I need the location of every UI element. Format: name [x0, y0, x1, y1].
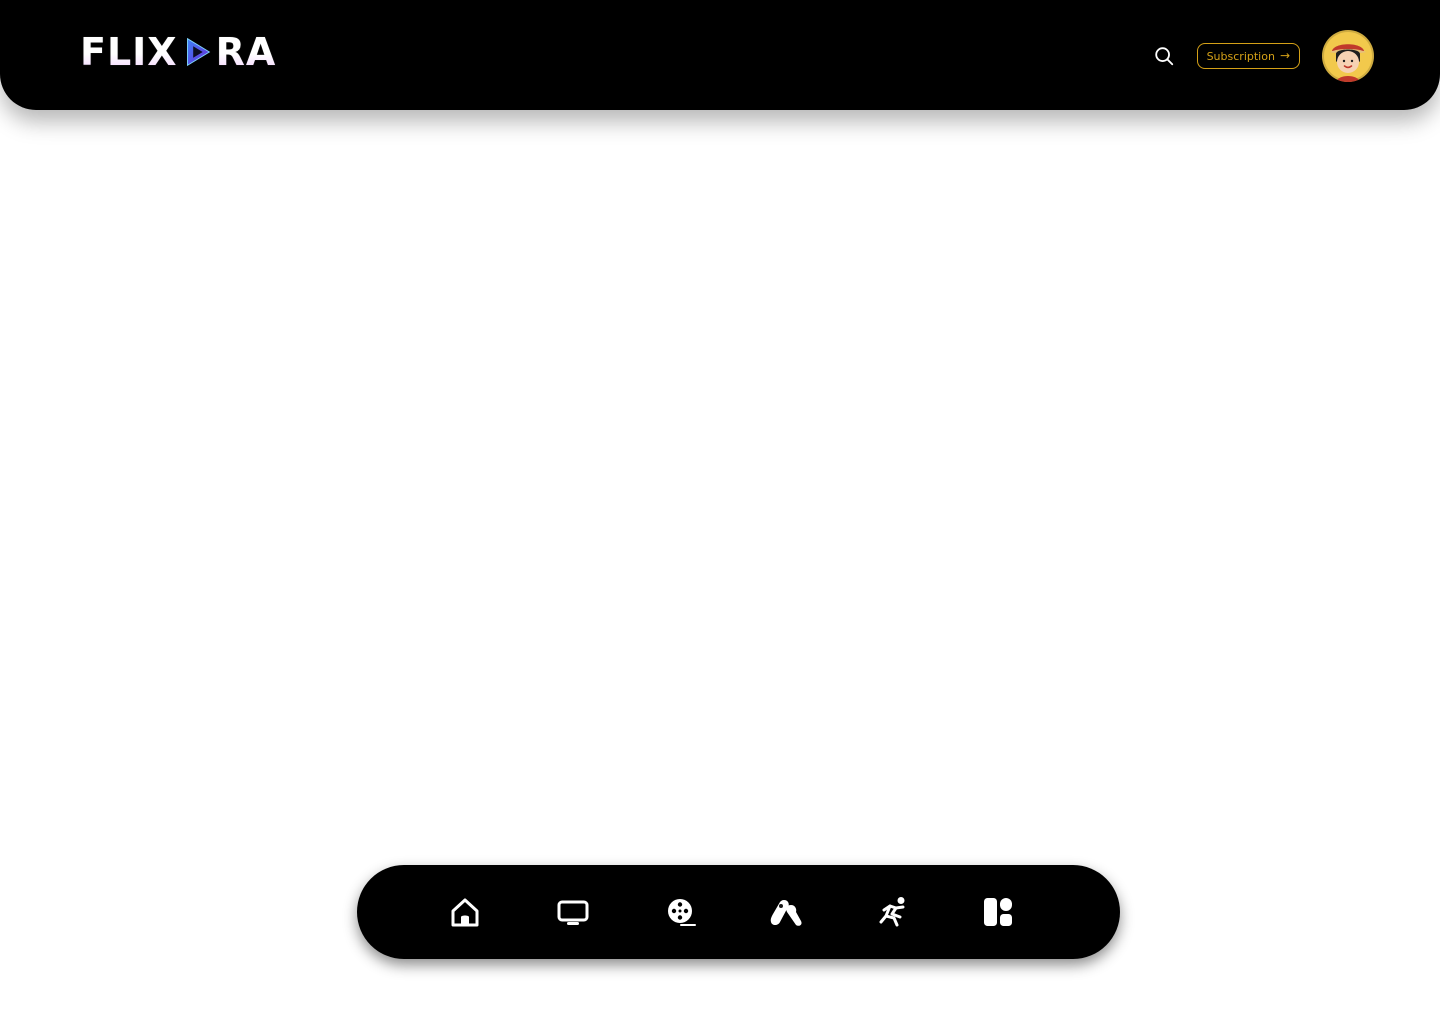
search-icon	[1154, 47, 1173, 66]
nav-movies-button[interactable]	[660, 892, 700, 932]
nav-home-button[interactable]	[445, 892, 485, 932]
logo-text-left: FLIX	[80, 30, 178, 74]
nav-anime-button[interactable]	[766, 892, 806, 932]
logo-text-right: RA	[215, 30, 277, 74]
top-bar: FLIX RA Subscription →	[0, 0, 1440, 110]
avatar-icon	[1330, 44, 1366, 82]
brand-logo[interactable]: FLIX RA	[80, 32, 276, 72]
user-avatar[interactable]	[1322, 30, 1374, 82]
subscription-label: Subscription	[1206, 49, 1275, 63]
movie-reel-icon	[668, 899, 696, 926]
bottom-navigation	[357, 865, 1120, 959]
anime-icon	[770, 900, 802, 926]
search-button[interactable]	[1153, 45, 1175, 67]
nav-tv-button[interactable]	[553, 892, 593, 932]
tv-icon	[557, 900, 589, 925]
sports-icon	[879, 897, 905, 927]
play-logo-icon	[178, 32, 216, 72]
categories-icon	[984, 898, 1012, 926]
arrow-right-icon: →	[1279, 48, 1290, 63]
nav-sports-button[interactable]	[872, 892, 912, 932]
subscription-button[interactable]: Subscription →	[1196, 43, 1300, 69]
home-icon	[451, 898, 479, 927]
nav-categories-button[interactable]	[978, 892, 1018, 932]
header-actions: Subscription →	[1153, 30, 1374, 82]
